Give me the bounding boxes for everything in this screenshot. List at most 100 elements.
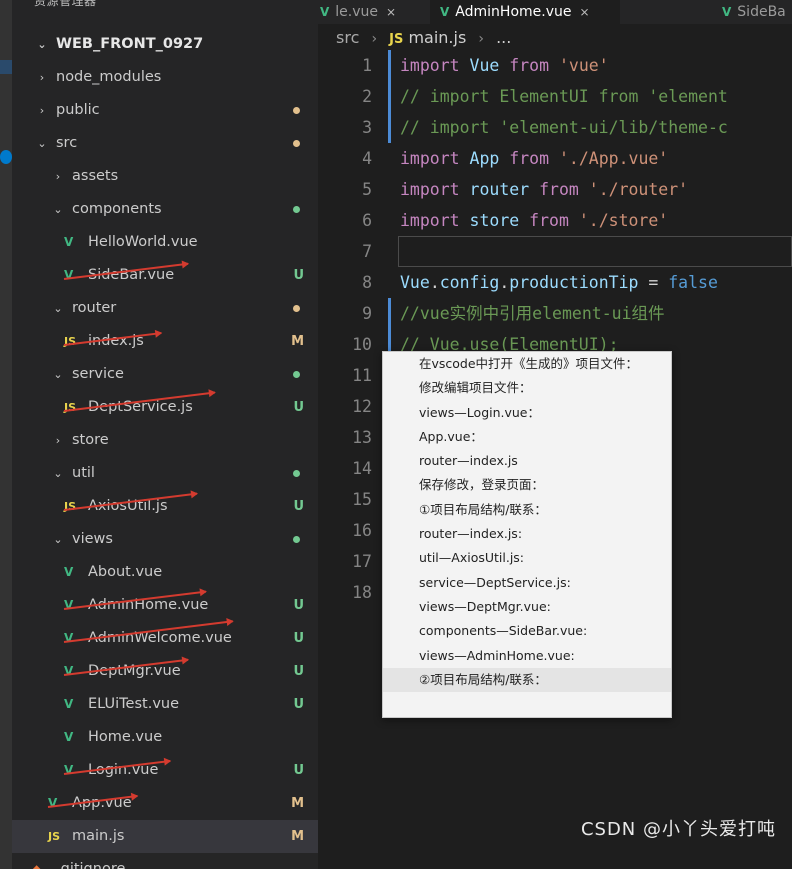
line-number: 10 xyxy=(352,335,372,354)
tree-item-about-vue[interactable]: V About.vue xyxy=(12,556,318,589)
tree-item-sidebar-vue[interactable]: V SideBar.vue U xyxy=(12,259,318,292)
chevron-icon[interactable]: ⌄ xyxy=(34,127,50,160)
tree-item-label: components xyxy=(72,201,162,217)
tree-item-views[interactable]: ⌄ views xyxy=(12,523,318,556)
tree-item-adminhome-vue[interactable]: V AdminHome.vue U xyxy=(12,589,318,622)
tree-item-gitignore[interactable]: ◆ .gitignore xyxy=(12,853,318,869)
code-line[interactable]: 2 // import ElementUI from 'element xyxy=(318,81,792,112)
tree-item-components[interactable]: ⌄ components xyxy=(12,193,318,226)
vscode-window: 资源管理器 ⌄ WEB_FRONT_0927 › node_modules › publi… xyxy=(0,0,792,869)
vue-file-icon: V xyxy=(722,5,732,19)
line-number: 15 xyxy=(352,490,372,509)
close-icon[interactable]: ⨯ xyxy=(579,5,589,19)
editor-tab[interactable]: V AdminHome.vue ⨯ xyxy=(430,0,620,24)
git-status-badge: U xyxy=(293,598,304,613)
code-line[interactable]: 6 import store from './store' xyxy=(318,205,792,236)
popup-list-item[interactable]: service—DeptService.js: xyxy=(383,571,671,595)
hover-popup[interactable]: 在vscode中打开《生成的》项目文件： 修改编辑项目文件： views—Login… xyxy=(382,351,672,718)
code-line[interactable]: 4 import App from './App.vue' xyxy=(318,143,792,174)
code-line[interactable]: 7 xyxy=(318,236,792,267)
tree-root[interactable]: ⌄ WEB_FRONT_0927 xyxy=(12,28,318,61)
popup-list-item[interactable]: ①项目布局结构/联系： xyxy=(383,498,671,522)
tree-item-util[interactable]: ⌄ util xyxy=(12,457,318,490)
editor-tabbar[interactable]: Vle.vue ⨯ V AdminHome.vue ⨯ V SideBa xyxy=(318,0,792,24)
breadcrumb-folder[interactable]: src xyxy=(336,28,359,47)
js-file-icon: JS xyxy=(389,32,404,47)
tree-item-service[interactable]: ⌄ service xyxy=(12,358,318,391)
tree-item-app-vue[interactable]: V App.vue M xyxy=(12,787,318,820)
popup-list-item[interactable]: views—Login.vue： xyxy=(383,401,671,425)
tree-item-home-vue[interactable]: V Home.vue xyxy=(12,721,318,754)
git-status-dot xyxy=(293,536,300,543)
chevron-icon[interactable]: ⌄ xyxy=(50,358,66,391)
activity-bar[interactable] xyxy=(0,0,12,869)
popup-list-item[interactable]: util—AxiosUtil.js: xyxy=(383,546,671,570)
popup-list-item[interactable]: ②项目布局结构/联系： xyxy=(383,667,671,693)
close-icon[interactable]: ⨯ xyxy=(386,5,396,19)
popup-list-item[interactable]: router—index.js: xyxy=(383,522,671,546)
tree-item-assets[interactable]: › assets xyxy=(12,160,318,193)
vue-file-icon: V xyxy=(64,697,74,711)
tree-item-label: store xyxy=(72,432,109,448)
tree-item-store[interactable]: › store xyxy=(12,424,318,457)
popup-list-item[interactable]: 在vscode中打开《生成的》项目文件： xyxy=(383,352,671,376)
code-line[interactable]: 5 import router from './router' xyxy=(318,174,792,205)
git-status-badge: U xyxy=(293,499,304,514)
breadcrumb[interactable]: src › JS main.js › ... xyxy=(336,28,511,47)
git-status-dot xyxy=(293,206,300,213)
chevron-icon[interactable]: ⌄ xyxy=(50,457,66,490)
chevron-icon[interactable]: ⌄ xyxy=(50,193,66,226)
code-line[interactable]: 1 import Vue from 'vue' xyxy=(318,50,792,81)
editor-tab[interactable]: Vle.vue ⨯ xyxy=(310,0,426,24)
popup-list-item[interactable]: components—SideBar.vue: xyxy=(383,619,671,643)
line-number: 7 xyxy=(362,242,372,261)
chevron-icon[interactable]: › xyxy=(50,160,66,193)
line-number: 13 xyxy=(352,428,372,447)
popup-list-item[interactable]: views—DeptMgr.vue: xyxy=(383,595,671,619)
tree-item-label: public xyxy=(56,102,100,118)
code-line[interactable]: 9 //vue实例中引用element-ui组件 xyxy=(318,298,792,329)
line-text: //vue实例中引用element-ui组件 xyxy=(400,304,665,323)
vue-file-icon: V xyxy=(64,631,74,645)
breadcrumb-file[interactable]: main.js xyxy=(408,28,466,47)
chevron-down-icon[interactable]: ⌄ xyxy=(34,28,50,61)
tree-item-eluitest-vue[interactable]: V ELUiTest.vue U xyxy=(12,688,318,721)
code-line[interactable]: 3 // import 'element-ui/lib/theme-c xyxy=(318,112,792,143)
tree-item-index-js[interactable]: JS index.js M xyxy=(12,325,318,358)
chevron-icon[interactable]: ⌄ xyxy=(50,523,66,556)
git-file-icon: ◆ xyxy=(32,862,42,869)
editor-tab[interactable]: V SideBa xyxy=(712,0,792,24)
chevron-icon[interactable]: › xyxy=(34,61,50,94)
file-tree[interactable]: ⌄ WEB_FRONT_0927 › node_modules › public ⌄ src ›… xyxy=(12,28,318,869)
popup-list-item[interactable]: 保存修改，登录页面： xyxy=(383,473,671,497)
tree-item-deptservice-js[interactable]: JS DeptService.js U xyxy=(12,391,318,424)
chevron-icon[interactable]: › xyxy=(50,424,66,457)
line-number: 4 xyxy=(362,149,372,168)
tree-item-node-modules[interactable]: › node_modules xyxy=(12,61,318,94)
popup-list-item[interactable]: App.vue： xyxy=(383,425,671,449)
tree-item-label: assets xyxy=(72,168,119,184)
line-text: import store from './store' xyxy=(400,211,669,230)
js-file-icon: JS xyxy=(64,401,77,414)
line-number: 2 xyxy=(362,87,372,106)
tree-item-deptmgr-vue[interactable]: V DeptMgr.vue U xyxy=(12,655,318,688)
tree-item-src[interactable]: ⌄ src xyxy=(12,127,318,160)
line-text: // import ElementUI from 'element xyxy=(400,87,728,106)
tree-item-adminwelcome-vue[interactable]: V AdminWelcome.vue U xyxy=(12,622,318,655)
line-number: 5 xyxy=(362,180,372,199)
breadcrumb-more[interactable]: ... xyxy=(496,28,511,47)
git-status-badge: U xyxy=(293,268,304,283)
tree-item-login-vue[interactable]: V Login.vue U xyxy=(12,754,318,787)
tree-item-helloworld-vue[interactable]: V HelloWorld.vue xyxy=(12,226,318,259)
chevron-icon[interactable]: › xyxy=(34,94,50,127)
tree-item-router[interactable]: ⌄ router xyxy=(12,292,318,325)
chevron-icon[interactable]: ⌄ xyxy=(50,292,66,325)
vue-file-icon: V xyxy=(64,598,74,612)
popup-list-item[interactable]: 修改编辑项目文件： xyxy=(383,376,671,400)
tree-item-axiosutil-js[interactable]: JS AxiosUtil.js U xyxy=(12,490,318,523)
code-line[interactable]: 8 Vue.config.productionTip = false xyxy=(318,267,792,298)
popup-list-item[interactable]: router—index.js xyxy=(383,449,671,473)
tree-item-main-js[interactable]: JS main.js M xyxy=(12,820,318,853)
popup-list-item[interactable]: views—AdminHome.vue: xyxy=(383,644,671,668)
tree-item-public[interactable]: › public xyxy=(12,94,318,127)
